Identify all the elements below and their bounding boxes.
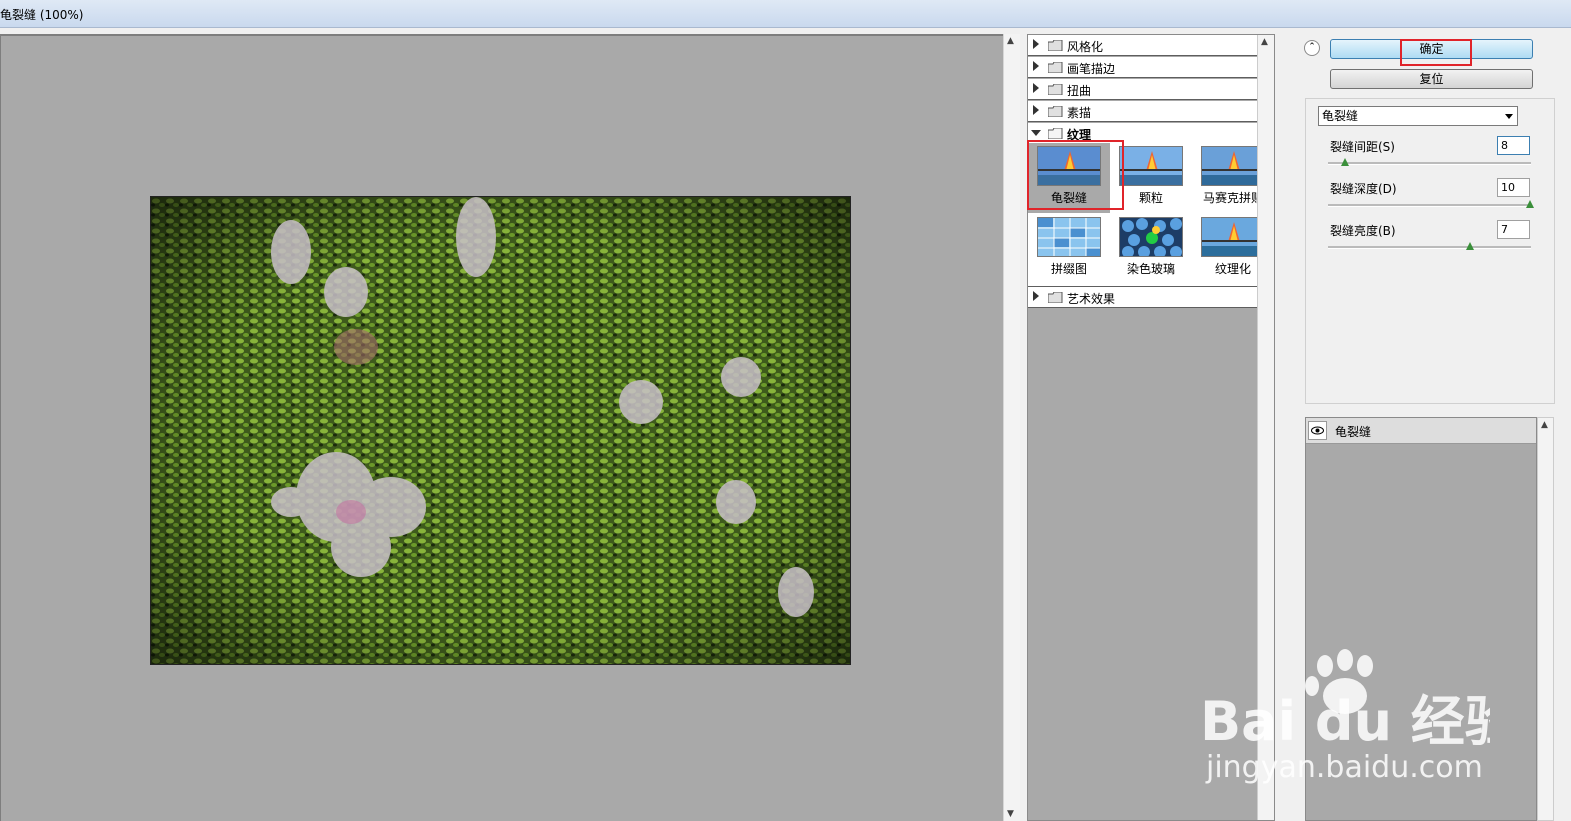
crack-brightness-input[interactable]: 7 — [1497, 220, 1530, 239]
effect-layer-label: 龟裂缝 — [1335, 425, 1372, 439]
texture-thumbnails: 龟裂缝 颗粒 马赛克拼贴 拼缀图 染色玻璃 纹理化 — [1028, 143, 1274, 287]
category-label: 艺术效果 — [1067, 292, 1116, 306]
category-texture[interactable]: 纹理 — [1028, 123, 1274, 144]
category-label: 扭曲 — [1067, 84, 1092, 98]
thumb-stained-glass[interactable] — [1119, 217, 1183, 257]
crack-brightness-slider-handle[interactable] — [1466, 242, 1474, 250]
chevron-down-icon — [1505, 114, 1513, 119]
expand-arrow-icon[interactable] — [1033, 83, 1039, 93]
expand-arrow-icon[interactable] — [1033, 61, 1039, 71]
preview-scrollbar[interactable]: ▲ ▼ — [1003, 34, 1020, 821]
scroll-down-icon[interactable]: ▼ — [1007, 809, 1014, 819]
thumb-label[interactable]: 拼缀图 — [1028, 260, 1110, 277]
window-title: 龟裂缝 (100%) — [0, 8, 84, 22]
category-label: 画笔描边 — [1067, 62, 1116, 76]
thumb-label[interactable]: 颗粒 — [1110, 189, 1192, 206]
thumb-label[interactable]: 染色玻璃 — [1110, 260, 1192, 277]
scroll-up-icon[interactable]: ▲ — [1261, 37, 1268, 47]
thumb-label[interactable]: 龟裂缝 — [1028, 189, 1110, 206]
watermark-brand: Bai du 经验 — [1200, 690, 1490, 753]
thumb-grain[interactable] — [1119, 146, 1183, 186]
thumb-craquelure[interactable] — [1037, 146, 1101, 186]
filter-select[interactable]: 龟裂缝 — [1318, 106, 1518, 126]
category-label: 素描 — [1067, 106, 1092, 120]
category-label: 风格化 — [1067, 40, 1104, 54]
scroll-up-icon[interactable]: ▲ — [1007, 36, 1014, 46]
effect-layer-row[interactable]: 龟裂缝 — [1306, 418, 1536, 444]
expand-arrow-icon[interactable] — [1033, 105, 1039, 115]
crack-spacing-input[interactable]: 8 — [1497, 136, 1530, 155]
crack-depth-slider[interactable] — [1328, 204, 1531, 207]
thumb-mosaic-tiles[interactable] — [1201, 146, 1265, 186]
crack-depth-slider-handle[interactable] — [1526, 200, 1534, 208]
crack-spacing-label: 裂缝间距(S) — [1330, 140, 1395, 154]
watermark-url: jingyan.baidu.com — [1206, 750, 1483, 785]
preview-image[interactable] — [150, 196, 851, 665]
thumb-texturizer[interactable] — [1201, 217, 1265, 257]
category-sketch[interactable]: 素描 — [1028, 101, 1274, 122]
folder-icon — [1048, 62, 1063, 73]
crack-brightness-label: 裂缝亮度(B) — [1330, 224, 1396, 238]
category-stylize[interactable]: 风格化 — [1028, 35, 1274, 56]
open-folder-icon — [1048, 128, 1063, 139]
expand-arrow-icon[interactable] — [1033, 39, 1039, 49]
collapse-arrow-icon[interactable] — [1031, 130, 1041, 136]
category-artistic[interactable]: 艺术效果 — [1028, 287, 1274, 308]
folder-icon — [1048, 40, 1063, 51]
folder-icon — [1048, 292, 1063, 303]
eye-icon[interactable] — [1308, 421, 1327, 440]
title-bar: 龟裂缝 (100%) — [0, 0, 1571, 28]
expand-arrow-icon[interactable] — [1033, 291, 1039, 301]
layers-scrollbar[interactable]: ▲ — [1537, 417, 1554, 821]
folder-icon — [1048, 106, 1063, 117]
filter-select-value: 龟裂缝 — [1322, 109, 1359, 123]
category-brush-strokes[interactable]: 画笔描边 — [1028, 57, 1274, 78]
category-distort[interactable]: 扭曲 — [1028, 79, 1274, 100]
reset-button[interactable]: 复位 — [1330, 69, 1533, 89]
thumb-patchwork[interactable] — [1037, 217, 1101, 257]
ok-button[interactable]: 确定 — [1330, 39, 1533, 59]
crack-depth-label: 裂缝深度(D) — [1330, 182, 1397, 196]
scroll-up-icon[interactable]: ▲ — [1541, 420, 1548, 430]
crack-brightness-slider[interactable] — [1328, 246, 1531, 249]
crack-spacing-slider-handle[interactable] — [1341, 158, 1349, 166]
folder-icon — [1048, 84, 1063, 95]
collapse-gallery-icon[interactable]: ⌃ — [1304, 40, 1320, 56]
crack-depth-input[interactable]: 10 — [1497, 178, 1530, 197]
category-label: 纹理 — [1067, 128, 1092, 142]
crack-spacing-slider[interactable] — [1328, 162, 1531, 165]
